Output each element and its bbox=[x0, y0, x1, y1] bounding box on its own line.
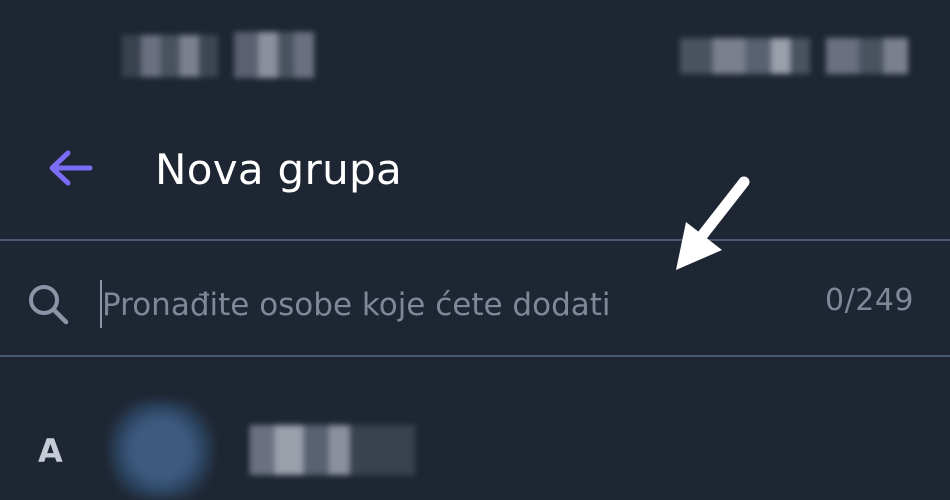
header-divider bbox=[0, 239, 950, 241]
search-divider bbox=[0, 355, 950, 357]
status-icons-left-redacted bbox=[234, 32, 314, 78]
selected-counter: 0/249 bbox=[825, 283, 914, 318]
status-icons-right-redacted bbox=[680, 38, 810, 74]
avatar[interactable] bbox=[108, 400, 214, 500]
back-button[interactable] bbox=[40, 140, 100, 196]
section-letter: A bbox=[38, 432, 63, 470]
search-input[interactable] bbox=[102, 280, 782, 330]
status-bar bbox=[0, 0, 950, 110]
page-title: Nova grupa bbox=[155, 145, 403, 194]
status-battery-redacted bbox=[826, 38, 908, 74]
arrow-left-icon bbox=[49, 150, 93, 186]
contact-name-redacted[interactable] bbox=[235, 425, 415, 475]
search-icon bbox=[29, 285, 69, 325]
status-time-redacted bbox=[122, 35, 218, 77]
